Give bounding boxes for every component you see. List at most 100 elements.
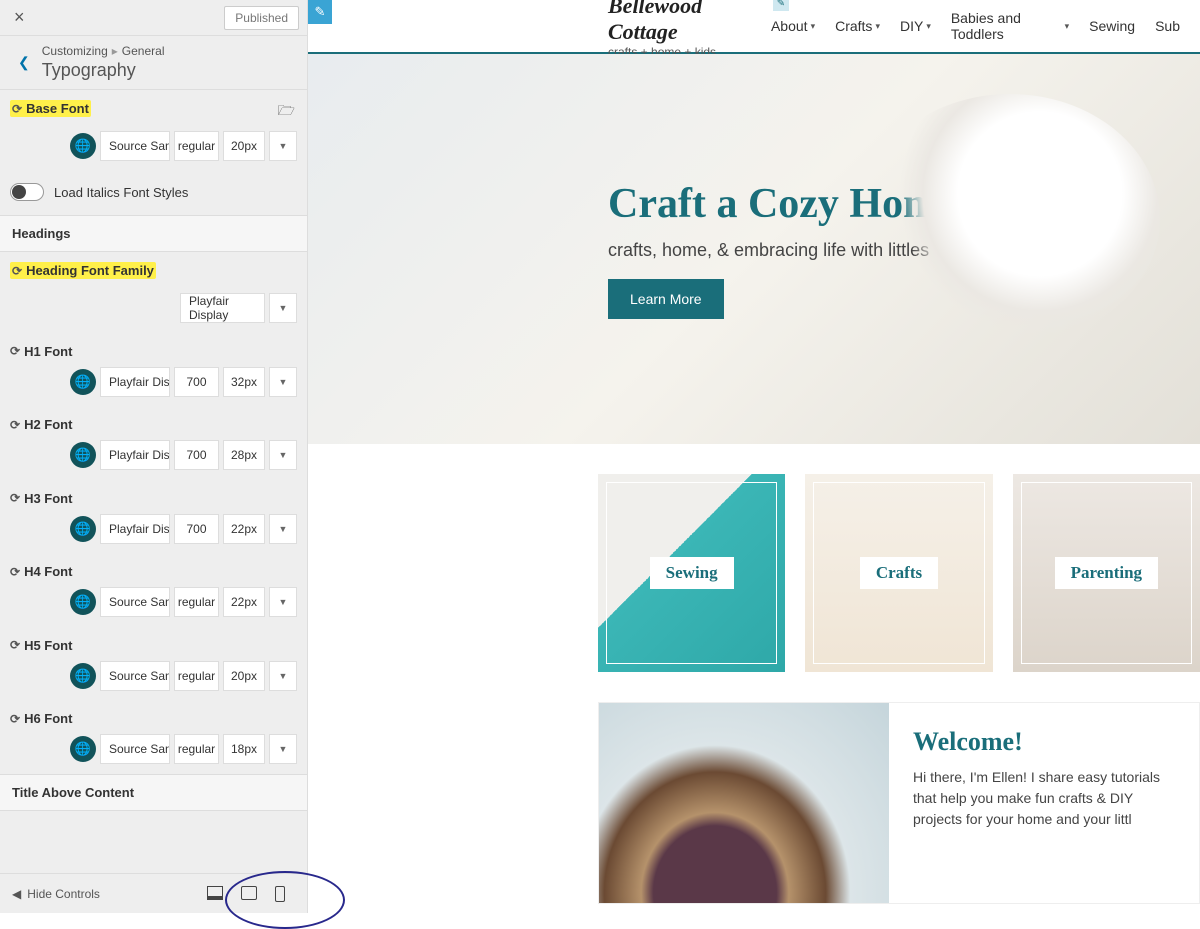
- hero-subtitle: crafts, home, & embracing life with litt…: [608, 240, 957, 261]
- bottom-bar: ◀ Hide Controls: [0, 873, 307, 913]
- heading-font-family-dropdown[interactable]: ▼: [269, 293, 297, 323]
- device-switcher: [207, 886, 285, 902]
- reset-icon[interactable]: ⟳: [10, 565, 20, 579]
- welcome-image: [599, 703, 889, 903]
- category-cards: Sewing Crafts Parenting: [308, 444, 1200, 672]
- h2-font-group: ⟳H2 Font 🌐 Playfair Display 700 28px ▼: [0, 407, 307, 481]
- globe-icon[interactable]: 🌐: [70, 369, 96, 395]
- main-nav: About▾ Crafts▾ DIY▾ Babies and Toddlers▾…: [771, 10, 1180, 42]
- site-header: Bellewood Cottage crafts + home + kids ✎…: [308, 0, 1200, 54]
- h6-font-size-input[interactable]: 18px: [223, 734, 265, 764]
- h4-font-group: ⟳H4 Font 🌐 Source Sans Pro regular 22px …: [0, 554, 307, 628]
- learn-more-button[interactable]: Learn More: [608, 279, 724, 319]
- h3-font-family-select[interactable]: Playfair Display: [100, 514, 170, 544]
- load-italics-toggle[interactable]: [10, 183, 44, 201]
- panel-title: Typography: [42, 60, 165, 81]
- preview-area: ✎ Bellewood Cottage crafts + home + kids…: [308, 0, 1200, 913]
- h1-font-family-select[interactable]: Playfair Display: [100, 367, 170, 397]
- globe-icon[interactable]: 🌐: [70, 133, 96, 159]
- reset-icon[interactable]: ⟳: [12, 102, 22, 116]
- h2-font-weight-select[interactable]: 700: [174, 440, 219, 470]
- h6-font-weight-select[interactable]: regular: [174, 734, 219, 764]
- h4-font-family-select[interactable]: Source Sans Pro: [100, 587, 170, 617]
- globe-icon[interactable]: 🌐: [70, 736, 96, 762]
- load-italics-row: Load Italics Font Styles: [0, 171, 307, 215]
- h3-font-label: ⟳H3 Font: [10, 491, 72, 506]
- breadcrumb: Customizing▸General: [42, 44, 165, 58]
- card-label: Crafts: [860, 557, 938, 589]
- h3-font-dropdown[interactable]: ▼: [269, 514, 297, 544]
- h5-font-group: ⟳H5 Font 🌐 Source Sans Pro regular 20px …: [0, 627, 307, 701]
- card-sewing[interactable]: Sewing: [598, 474, 785, 672]
- h4-font-dropdown[interactable]: ▼: [269, 587, 297, 617]
- sidebar-top-bar: × Published: [0, 0, 307, 36]
- title-above-content-header[interactable]: Title Above Content: [0, 774, 307, 811]
- nav-diy[interactable]: DIY▾: [900, 10, 931, 42]
- nav-about[interactable]: About▾: [771, 10, 815, 42]
- desktop-icon[interactable]: [207, 886, 223, 900]
- h5-font-family-select[interactable]: Source Sans Pro: [100, 661, 170, 691]
- base-font-weight-select[interactable]: regular: [174, 131, 219, 161]
- nav-babies[interactable]: Babies and Toddlers▾: [951, 10, 1069, 42]
- h2-font-size-input[interactable]: 28px: [223, 440, 265, 470]
- welcome-body: Hi there, I'm Ellen! I share easy tutori…: [913, 767, 1179, 830]
- nav-crafts[interactable]: Crafts▾: [835, 10, 880, 42]
- nav-sewing[interactable]: Sewing: [1089, 10, 1135, 42]
- customizer-sidebar: × Published ❮ Customizing▸General Typogr…: [0, 0, 308, 913]
- chevron-down-icon: ▾: [926, 21, 931, 32]
- mobile-icon[interactable]: [275, 886, 285, 902]
- nav-sub[interactable]: Sub: [1155, 10, 1180, 42]
- h4-font-weight-select[interactable]: regular: [174, 587, 219, 617]
- globe-icon[interactable]: 🌐: [70, 663, 96, 689]
- h1-font-weight-select[interactable]: 700: [174, 367, 219, 397]
- h5-font-weight-select[interactable]: regular: [174, 661, 219, 691]
- edit-icon[interactable]: ✎: [308, 0, 332, 24]
- h1-font-size-input[interactable]: 32px: [223, 367, 265, 397]
- close-button[interactable]: ×: [8, 5, 31, 30]
- heading-font-family-select[interactable]: Playfair Display: [180, 293, 265, 323]
- reset-icon[interactable]: ⟳: [10, 344, 20, 358]
- globe-icon[interactable]: 🌐: [70, 442, 96, 468]
- welcome-section: Welcome! Hi there, I'm Ellen! I share ea…: [598, 702, 1200, 904]
- base-font-group: ⟳Base Font 🗁 🌐 Source Sans Pro regular 2…: [0, 90, 307, 171]
- base-font-dropdown[interactable]: ▼: [269, 131, 297, 161]
- tablet-icon[interactable]: [241, 886, 257, 900]
- h1-font-label: ⟳H1 Font: [10, 344, 72, 359]
- back-arrow[interactable]: ❮: [10, 50, 38, 75]
- card-parenting[interactable]: Parenting: [1013, 474, 1200, 672]
- h6-font-family-select[interactable]: Source Sans Pro: [100, 734, 170, 764]
- edit-icon[interactable]: ✎: [773, 0, 789, 11]
- card-crafts[interactable]: Crafts: [805, 474, 992, 672]
- h3-font-weight-select[interactable]: 700: [174, 514, 219, 544]
- h4-font-size-input[interactable]: 22px: [223, 587, 265, 617]
- reset-icon[interactable]: ⟳: [10, 491, 20, 505]
- reset-icon[interactable]: ⟳: [10, 712, 20, 726]
- h5-font-size-input[interactable]: 20px: [223, 661, 265, 691]
- heading-font-family-group: ⟳Heading Font Family Playfair Display ▼: [0, 252, 307, 333]
- h5-font-dropdown[interactable]: ▼: [269, 661, 297, 691]
- globe-icon[interactable]: 🌐: [70, 589, 96, 615]
- h6-font-group: ⟳H6 Font 🌐 Source Sans Pro regular 18px …: [0, 701, 307, 775]
- h5-font-label: ⟳H5 Font: [10, 638, 72, 653]
- h1-font-group: ⟳H1 Font 🌐 Playfair Display 700 32px ▼: [0, 333, 307, 407]
- h2-font-dropdown[interactable]: ▼: [269, 440, 297, 470]
- h2-font-label: ⟳H2 Font: [10, 417, 72, 432]
- folder-icon[interactable]: 🗁: [278, 100, 295, 124]
- base-font-family-select[interactable]: Source Sans Pro: [100, 131, 170, 161]
- base-font-size-input[interactable]: 20px: [223, 131, 265, 161]
- reset-icon[interactable]: ⟳: [10, 638, 20, 652]
- reset-icon[interactable]: ⟳: [10, 418, 20, 432]
- h6-font-dropdown[interactable]: ▼: [269, 734, 297, 764]
- published-button[interactable]: Published: [224, 6, 299, 30]
- h1-font-dropdown[interactable]: ▼: [269, 367, 297, 397]
- brand-title: Bellewood Cottage: [608, 0, 771, 45]
- globe-icon[interactable]: 🌐: [70, 516, 96, 542]
- hide-controls-button[interactable]: ◀ Hide Controls: [12, 887, 100, 901]
- h4-font-label: ⟳H4 Font: [10, 564, 72, 579]
- chevron-down-icon: ▾: [875, 21, 880, 32]
- chevron-down-icon: ▾: [811, 21, 816, 32]
- h3-font-size-input[interactable]: 22px: [223, 514, 265, 544]
- reset-icon[interactable]: ⟳: [12, 264, 22, 278]
- h2-font-family-select[interactable]: Playfair Display: [100, 440, 170, 470]
- panel-body: ⟳Base Font 🗁 🌐 Source Sans Pro regular 2…: [0, 90, 307, 873]
